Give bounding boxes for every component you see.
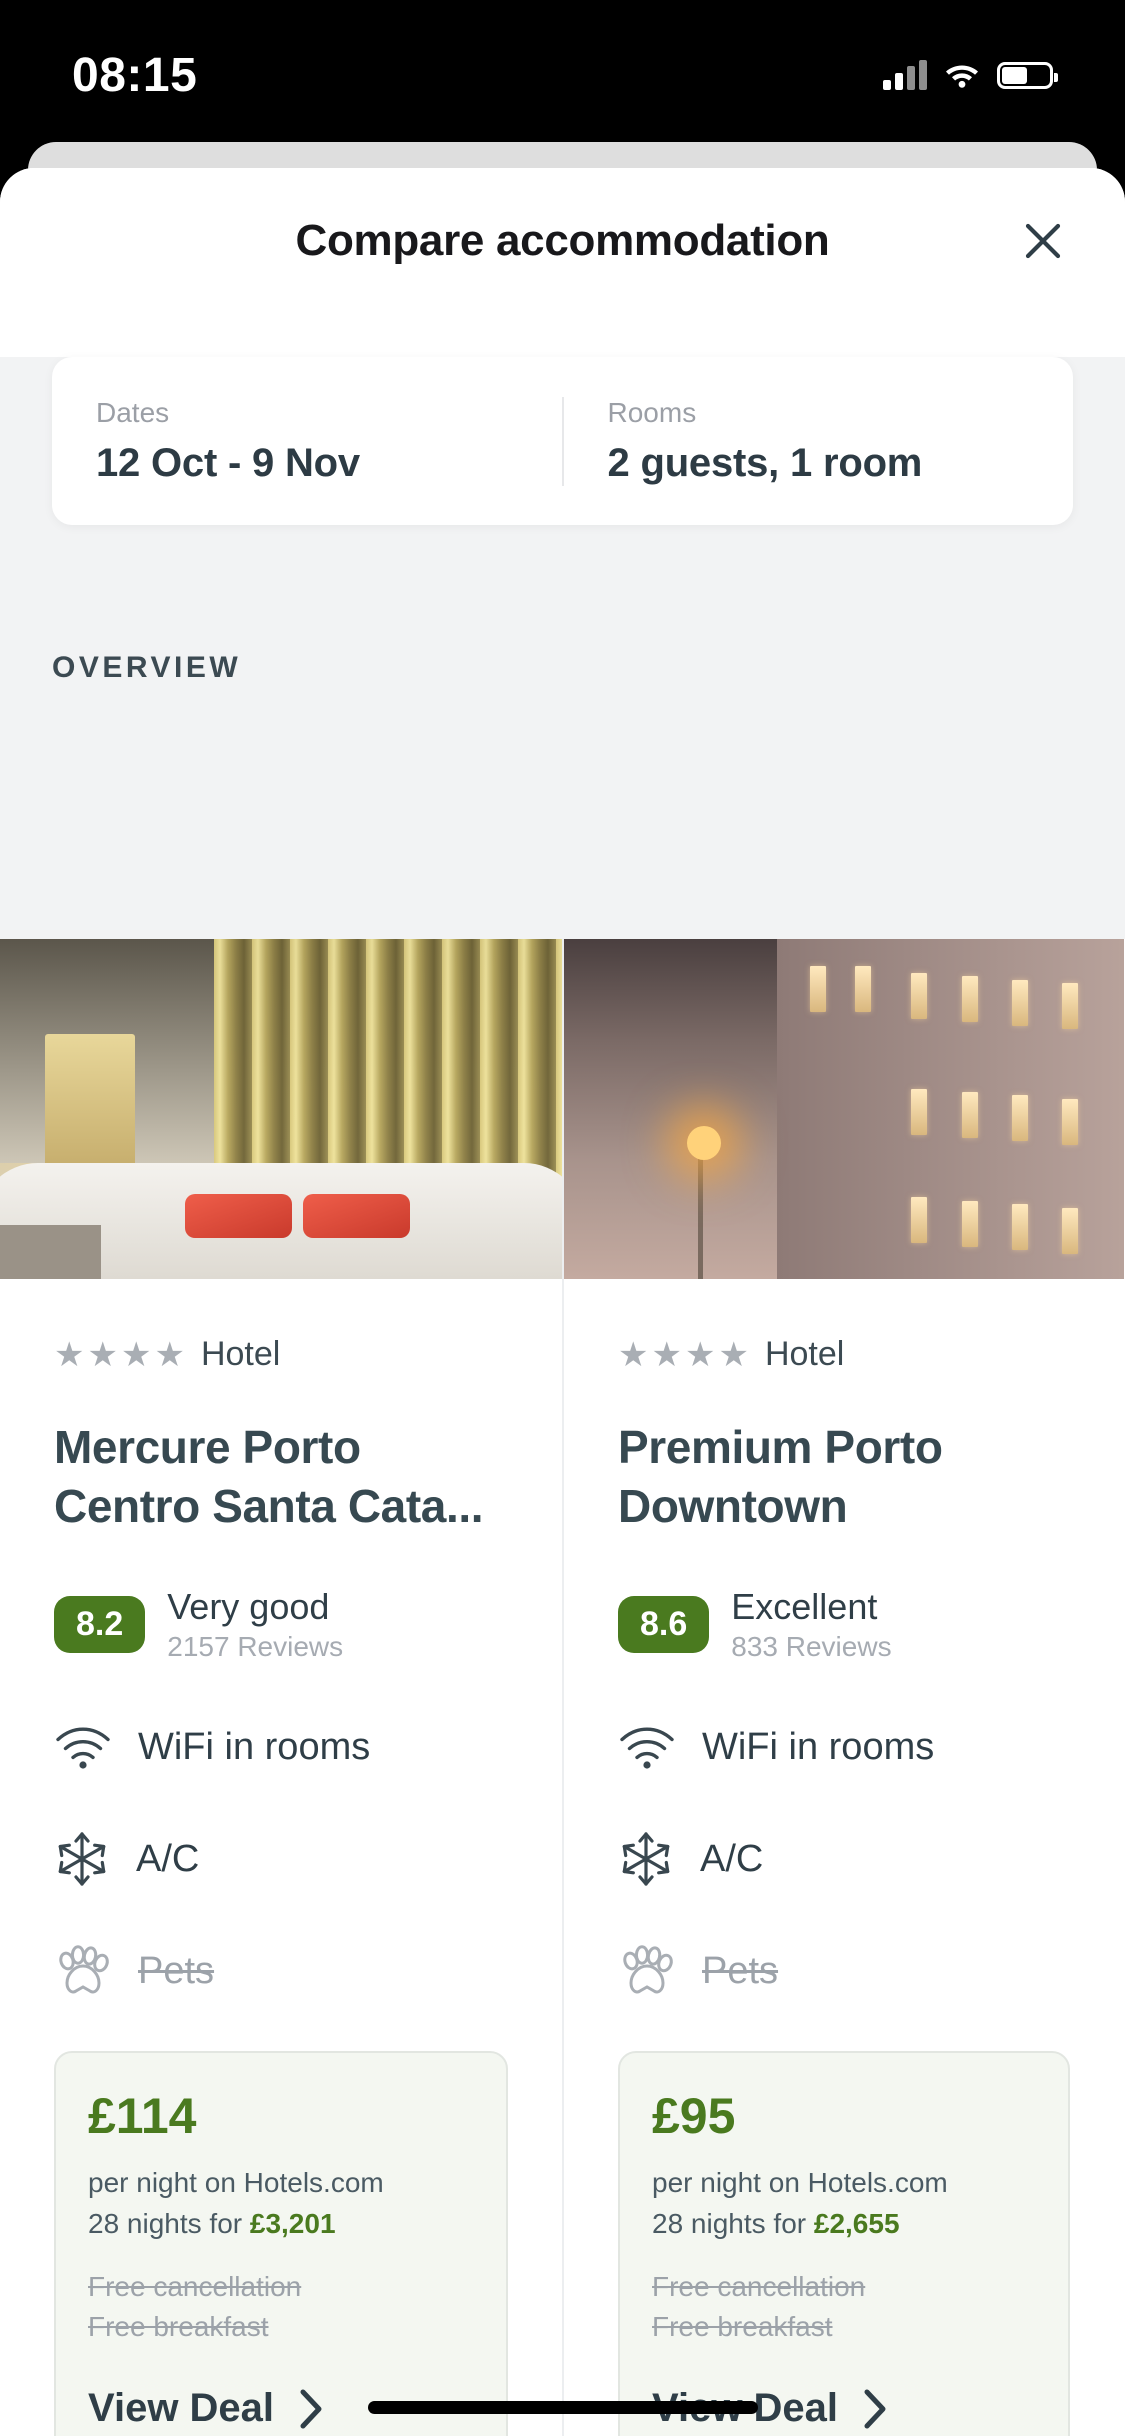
snowflake-icon: [58, 1832, 106, 1886]
perks-list-1: Free cancellation Free breakfast: [652, 2267, 1036, 2348]
hotel-name-0[interactable]: Mercure Porto Centro Santa Cata...: [54, 1418, 508, 1540]
perk-item: Free breakfast: [652, 2311, 833, 2343]
compare-accommodation-sheet: Compare accommodation Dates 12 Oct - 9 N…: [0, 168, 1125, 2436]
nights-total: £2,655: [813, 2207, 900, 2239]
paw-icon: [623, 1945, 673, 1994]
star-icons: ★ ★ ★ ★: [618, 1335, 749, 1374]
amenity-label: A/C: [136, 1837, 200, 1880]
star-rating-0: ★ ★ ★ ★ Hotel: [54, 1335, 508, 1374]
price-per-night-0: £114: [88, 2088, 197, 2145]
amenity-ac-0: A/C: [54, 1827, 508, 1891]
price-provider-0: per night on Hotels.com: [88, 2167, 384, 2199]
amenity-ac-1: A/C: [618, 1827, 1070, 1891]
review-count-1: 833 Reviews: [731, 1631, 892, 1663]
rooms-label: Rooms: [607, 396, 697, 428]
score-word-1: Excellent: [731, 1586, 878, 1627]
amenity-pets-1: Pets: [618, 1939, 1070, 2003]
amenity-label: Pets: [138, 1949, 215, 1992]
price-per-night-1: £95: [652, 2088, 736, 2145]
snowflake-icon: [622, 1832, 670, 1886]
price-total-0: 28 nights for £3,201: [88, 2204, 474, 2245]
home-indicator: [367, 2401, 758, 2414]
chevron-right-icon: [864, 2389, 886, 2429]
nights-prefix: 28 nights for: [88, 2207, 250, 2239]
chevron-right-icon: [300, 2389, 322, 2429]
price-card-1[interactable]: £95 per night on Hotels.com 28 nights fo…: [618, 2051, 1070, 2436]
perk-item: Free cancellation: [88, 2270, 302, 2302]
view-deal-label: View Deal: [88, 2386, 275, 2431]
nights-prefix: 28 nights for: [652, 2207, 814, 2239]
comparison-grid: ★ ★ ★ ★ Hotel Mercure Porto Centro Santa Ca…: [0, 939, 1125, 2436]
hotel-photo-0[interactable]: [0, 939, 562, 1279]
price-total-1: 28 nights for £2,655: [652, 2204, 1036, 2245]
perk-item: Free cancellation: [652, 2270, 866, 2302]
dates-field[interactable]: Dates 12 Oct - 9 Nov: [52, 397, 562, 486]
hotel-column-1: ★ ★ ★ ★ Hotel Premium Porto Downtown 8.6 Ex…: [562, 939, 1124, 2436]
perk-item: Free breakfast: [88, 2311, 269, 2343]
star-icons: ★ ★ ★ ★: [54, 1335, 185, 1374]
review-count-0: 2157 Reviews: [167, 1631, 344, 1663]
score-word-0: Very good: [167, 1586, 330, 1627]
rooms-field[interactable]: Rooms 2 guests, 1 room: [561, 396, 1074, 486]
paw-icon: [59, 1945, 109, 1994]
score-badge-0: 8.2: [54, 1596, 146, 1654]
hotel-name-1[interactable]: Premium Porto Downtown: [618, 1418, 1070, 1540]
wifi-icon: [56, 1727, 110, 1769]
sheet-body: Dates 12 Oct - 9 Nov Rooms 2 guests, 1 r…: [0, 357, 1125, 2436]
amenity-label: WiFi in rooms: [702, 1725, 935, 1768]
review-score-1: 8.6 Excellent 833 Reviews: [618, 1586, 1070, 1663]
status-bar-indicators: [883, 60, 1058, 90]
score-badge-1: 8.6: [618, 1596, 710, 1654]
section-heading-overview: OVERVIEW: [52, 651, 242, 684]
price-card-0[interactable]: £114 per night on Hotels.com 28 nights f…: [54, 2051, 508, 2436]
amenity-wifi-0: WiFi in rooms: [54, 1715, 508, 1779]
hotel-column-0: ★ ★ ★ ★ Hotel Mercure Porto Centro Santa Ca…: [0, 939, 562, 2436]
rooms-value: 2 guests, 1 room: [607, 440, 923, 485]
dates-label: Dates: [96, 396, 170, 428]
price-provider-1: per night on Hotels.com: [652, 2167, 948, 2199]
property-type-1: Hotel: [764, 1335, 845, 1373]
wifi-icon: [946, 65, 978, 88]
amenity-label: A/C: [700, 1837, 764, 1880]
status-bar-time: 08:15: [72, 48, 198, 102]
amenity-label: WiFi in rooms: [138, 1725, 371, 1768]
wifi-icon: [620, 1727, 674, 1769]
hotel-photo-1[interactable]: [564, 939, 1124, 1279]
sheet-header: Compare accommodation: [0, 168, 1125, 313]
search-summary-card[interactable]: Dates 12 Oct - 9 Nov Rooms 2 guests, 1 r…: [52, 357, 1073, 525]
nights-total: £3,201: [249, 2207, 336, 2239]
close-icon[interactable]: [1013, 211, 1073, 271]
amenity-label: Pets: [702, 1949, 779, 1992]
property-type-0: Hotel: [200, 1335, 281, 1373]
amenity-wifi-1: WiFi in rooms: [618, 1715, 1070, 1779]
dates-value: 12 Oct - 9 Nov: [96, 440, 360, 485]
amenity-pets-0: Pets: [54, 1939, 508, 2003]
star-rating-1: ★ ★ ★ ★ Hotel: [618, 1335, 1070, 1374]
battery-icon: [997, 61, 1058, 89]
review-score-0: 8.2 Very good 2157 Reviews: [54, 1586, 508, 1663]
cellular-signal-icon: [883, 60, 927, 90]
status-bar: 08:15: [0, 0, 1125, 150]
perks-list-0: Free cancellation Free breakfast: [88, 2267, 474, 2348]
page-title: Compare accommodation: [295, 215, 830, 265]
